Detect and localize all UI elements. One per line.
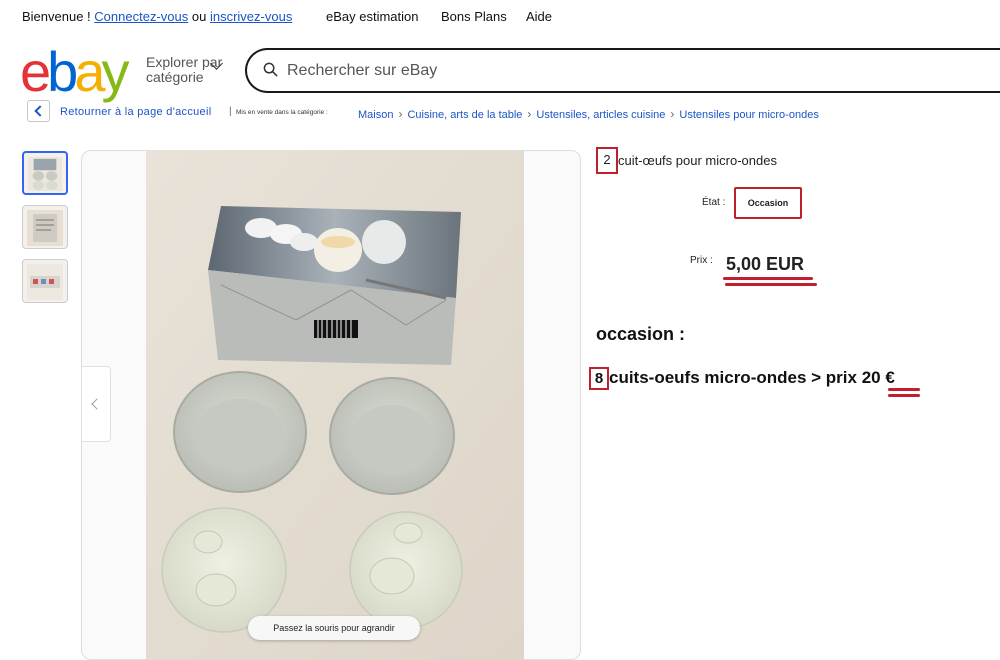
amount-underline-annotation-2 <box>888 394 920 397</box>
annotation-amount: 20 € <box>861 368 895 387</box>
price-value: 5,00 EUR <box>726 254 805 274</box>
shop-by-category-line2: catégorie <box>146 69 204 85</box>
box-side-thumbnail-image <box>27 264 63 300</box>
breadcrumb-chevron-icon: › <box>398 107 403 121</box>
gallery-thumbnail-3[interactable] <box>22 259 68 303</box>
price-underline-annotation <box>723 277 813 280</box>
product-photo[interactable] <box>146 150 524 660</box>
breadcrumb-item-maison[interactable]: Maison <box>358 109 393 121</box>
price-label: Prix : <box>690 255 713 266</box>
back-button[interactable] <box>27 100 50 122</box>
gallery-thumbnail-2[interactable] <box>22 205 68 249</box>
breadcrumb-chevron-icon: › <box>670 107 675 121</box>
search-icon <box>263 62 278 77</box>
previous-image-button[interactable] <box>81 366 111 442</box>
logo-letter-a: a <box>74 40 105 103</box>
chevron-left-icon <box>34 105 46 117</box>
search-input[interactable] <box>287 58 887 84</box>
condition-value: Occasion <box>734 187 802 219</box>
annotation-note: 8 cuits-oeufs micro-ondes > prix 20 € <box>589 367 895 390</box>
egg-cooker-thumbnail-image <box>28 157 62 191</box>
search-bar[interactable] <box>245 48 1000 93</box>
breadcrumb-item-micro-ondes[interactable]: Ustensiles pour micro-ondes <box>679 109 818 121</box>
title-quantity: 2 <box>596 147 618 174</box>
back-to-home-link[interactable]: Retourner à la page d'accueil <box>60 106 211 118</box>
annotation-heading: occasion : <box>596 324 686 344</box>
register-link[interactable]: inscrivez-vous <box>210 9 292 24</box>
logo-letter-e: e <box>20 40 51 103</box>
breadcrumb: Maison › Cuisine, arts de la table › Ustensi… <box>358 107 819 121</box>
annotation-text: cuits-oeufs micro-ondes > prix <box>609 368 857 387</box>
breadcrumb-chevron-icon: › <box>527 107 532 121</box>
condition-label: État : <box>702 197 726 208</box>
logo-letter-b: b <box>47 40 78 103</box>
nav-link-bons-plans[interactable]: Bons Plans <box>441 9 507 24</box>
listing-title: 2 cuit-œufs pour micro-ondes <box>596 147 777 175</box>
nav-link-ebay-estimation[interactable]: eBay estimation <box>326 9 419 24</box>
welcome-text: Bienvenue ! <box>22 9 91 24</box>
greeting: Bienvenue ! Connectez-vous ou inscrivez-… <box>22 9 292 24</box>
or-text: ou <box>191 9 207 24</box>
box-back-thumbnail-image <box>27 210 63 246</box>
amount-underline-annotation <box>888 388 920 391</box>
annotation-quantity: 8 <box>589 367 609 390</box>
breadcrumb-item-cuisine[interactable]: Cuisine, arts de la table <box>407 109 522 121</box>
top-navigation: Bienvenue ! Connectez-vous ou inscrivez-… <box>0 0 1000 34</box>
price-underline-annotation-2 <box>725 283 817 286</box>
nav-link-aide[interactable]: Aide <box>526 9 552 24</box>
gallery-thumbnail-1[interactable] <box>22 151 68 195</box>
shop-by-category-button[interactable]: Explorer par catégorie <box>146 55 226 85</box>
logo-letter-y: y <box>101 40 129 103</box>
signin-link[interactable]: Connectez-vous <box>94 9 188 24</box>
breadcrumb-prefix: Mis en vente dans la catégorie : <box>236 109 328 116</box>
chevron-left-icon <box>91 398 103 410</box>
breadcrumb-divider: | <box>229 106 232 117</box>
breadcrumb-item-ustensiles[interactable]: Ustensiles, articles cuisine <box>536 109 665 121</box>
zoom-hint: Passez la souris pour agrandir <box>248 616 420 640</box>
ebay-logo[interactable]: ebay <box>20 44 144 100</box>
title-text: cuit-œufs pour micro-ondes <box>618 152 777 168</box>
